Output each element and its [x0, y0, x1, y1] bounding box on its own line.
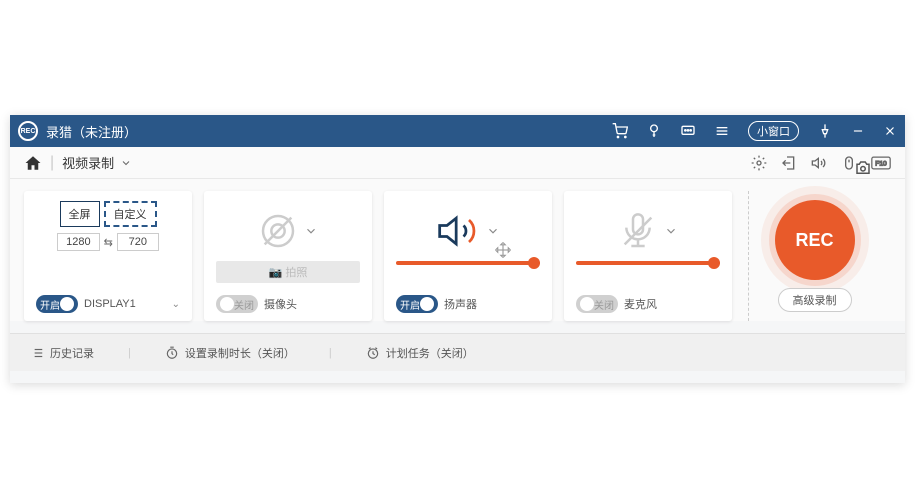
camera-card: 📷 拍照 关闭 摄像头: [204, 191, 372, 321]
speaker-volume-slider[interactable]: [396, 261, 540, 265]
chevron-down-icon[interactable]: [304, 224, 318, 238]
advanced-record-button[interactable]: 高级录制: [778, 288, 852, 312]
app-title: 录猎（未注册）: [46, 122, 612, 141]
sound-icon[interactable]: [811, 155, 827, 171]
mic-volume-slider[interactable]: [576, 261, 720, 265]
chevron-down-icon[interactable]: [664, 224, 678, 238]
titlebar: REC 录猎（未注册） 小窗口: [10, 115, 905, 147]
capture-button: 📷 拍照: [216, 261, 360, 283]
timer-icon: [165, 346, 179, 360]
export-icon[interactable]: [781, 155, 797, 171]
link-icon[interactable]: ⇆: [104, 236, 113, 249]
mic-label: 麦克风: [624, 296, 657, 312]
width-input[interactable]: 1280: [57, 233, 99, 251]
hotkey-icon[interactable]: F10: [871, 156, 891, 170]
mic-toggle[interactable]: 关闭: [576, 295, 618, 313]
schedule-button[interactable]: 计划任务（关闭）: [366, 345, 474, 361]
display-selector[interactable]: DISPLAY1: [84, 298, 136, 310]
speaker-card: 开启 扬声器: [384, 191, 552, 321]
menu-icon[interactable]: [714, 123, 730, 139]
mini-window-button[interactable]: 小窗口: [748, 121, 799, 141]
screen-card: 全屏 自定义 1280 ⇆ 720 开启 DISPLAY1 ⌄: [24, 191, 192, 321]
screenshot-icon[interactable]: [854, 159, 872, 177]
app-logo-icon: REC: [18, 121, 38, 141]
chat-icon[interactable]: [680, 123, 696, 139]
main-panel: 全屏 自定义 1280 ⇆ 720 开启 DISPLAY1 ⌄: [10, 179, 905, 321]
key-icon[interactable]: [646, 123, 662, 139]
divider: |: [50, 154, 54, 172]
minimize-icon[interactable]: [851, 124, 865, 138]
custom-size-button[interactable]: 自定义: [104, 201, 157, 227]
cart-icon[interactable]: [612, 123, 628, 139]
footer: 历史记录 | 设置录制时长（关闭） | 计划任务（关闭）: [10, 333, 905, 371]
mic-card: 关闭 麦克风: [564, 191, 732, 321]
close-icon[interactable]: [883, 124, 897, 138]
speaker-toggle[interactable]: 开启: [396, 295, 438, 313]
camera-toggle[interactable]: 关闭: [216, 295, 258, 313]
screen-toggle[interactable]: 开启: [36, 295, 78, 313]
pin-icon[interactable]: [817, 123, 833, 139]
list-icon: [30, 346, 44, 360]
record-zone: REC 高级录制: [748, 191, 880, 321]
height-input[interactable]: 720: [117, 233, 159, 251]
tab-video-record[interactable]: 视频录制: [62, 153, 114, 172]
fullscreen-button[interactable]: 全屏: [60, 201, 100, 227]
speaker-label: 扬声器: [444, 296, 477, 312]
move-icon[interactable]: [494, 241, 512, 259]
history-button[interactable]: 历史记录: [30, 345, 94, 361]
speaker-icon: [436, 209, 480, 253]
mic-off-icon: [618, 211, 658, 251]
gear-icon[interactable]: [751, 155, 767, 171]
clock-icon: [366, 346, 380, 360]
svg-text:F10: F10: [875, 160, 887, 167]
duration-button[interactable]: 设置录制时长（关闭）: [165, 345, 295, 361]
camera-off-icon: [258, 211, 298, 251]
app-window: REC 录猎（未注册） 小窗口 | 视频录制 F10: [10, 115, 905, 383]
chevron-down-icon[interactable]: [486, 224, 500, 238]
toolbar: | 视频录制 F10: [10, 147, 905, 179]
chevron-down-icon[interactable]: ⌄: [172, 299, 180, 310]
chevron-down-icon[interactable]: [120, 157, 132, 169]
home-icon[interactable]: [24, 154, 42, 172]
record-button[interactable]: REC: [775, 200, 855, 280]
camera-label: 摄像头: [264, 296, 297, 312]
